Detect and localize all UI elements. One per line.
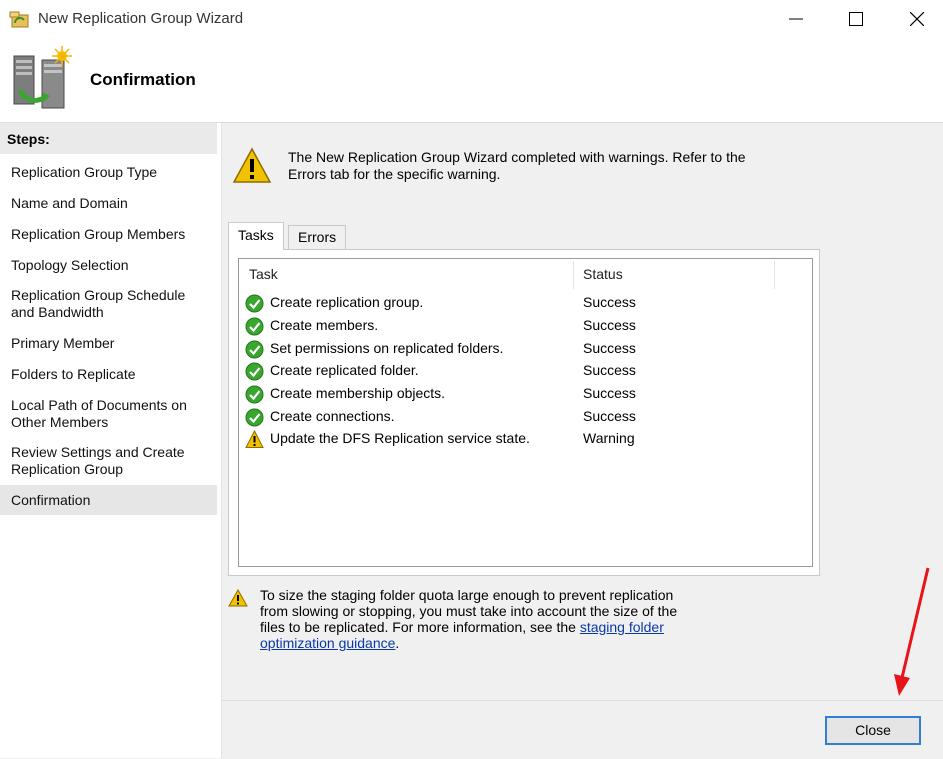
success-check-icon [245, 317, 264, 336]
warning-icon [232, 147, 272, 183]
task-status: Success [583, 294, 636, 310]
maximize-button[interactable] [833, 0, 879, 38]
annotation-arrow-icon [894, 567, 930, 696]
success-check-icon [245, 385, 264, 404]
close-icon [910, 12, 924, 26]
success-check-icon [245, 408, 264, 427]
minimize-icon [789, 18, 803, 20]
button-bar: Close [222, 700, 943, 759]
task-name: Update the DFS Replication service state… [270, 430, 530, 446]
task-status: Success [583, 385, 636, 401]
tasks-panel: Task Status Create replication group. Su… [228, 249, 820, 576]
success-check-icon [245, 294, 264, 313]
task-status: Success [583, 340, 636, 356]
task-name: Create replicated folder. [270, 362, 419, 378]
column-separator [573, 261, 574, 289]
minimize-button[interactable] [773, 0, 819, 38]
close-window-button[interactable] [894, 0, 940, 38]
page-title: Confirmation [90, 70, 196, 89]
window-title: New Replication Group Wizard [38, 10, 244, 27]
title-bar: New Replication Group Wizard [0, 0, 943, 38]
step-replication-group-members[interactable]: Replication Group Members [0, 226, 217, 243]
step-local-path[interactable]: Local Path of Documents on Other Members [0, 397, 200, 431]
server-replication-icon [13, 46, 72, 109]
close-button[interactable]: Close [825, 716, 921, 745]
staging-quota-note: To size the staging folder quota large e… [260, 587, 705, 651]
table-row[interactable]: Update the DFS Replication service state… [245, 428, 805, 451]
maximize-icon [849, 12, 863, 26]
completion-status-message: The New Replication Group Wizard complet… [288, 149, 746, 182]
step-schedule-and-bandwidth[interactable]: Replication Group Schedule and Bandwidth [0, 287, 200, 321]
column-header-task[interactable]: Task [249, 259, 278, 289]
note-suffix: . [395, 635, 400, 651]
task-status: Success [583, 317, 636, 333]
table-row[interactable]: Create replication group. Success [245, 292, 805, 315]
task-name: Create members. [270, 317, 379, 333]
wizard-header: Confirmation [0, 38, 943, 123]
main-panel: The New Replication Group Wizard complet… [222, 123, 943, 700]
step-folders-to-replicate[interactable]: Folders to Replicate [0, 366, 217, 383]
task-name: Create replication group. [270, 294, 424, 310]
tab-tasks[interactable]: Tasks [228, 222, 284, 250]
task-status: Success [583, 408, 636, 424]
task-status: Warning [583, 430, 635, 446]
step-topology-selection[interactable]: Topology Selection [0, 257, 217, 274]
table-row[interactable]: Create replicated folder. Success [245, 360, 805, 383]
step-primary-member[interactable]: Primary Member [0, 335, 217, 352]
replication-app-icon [9, 11, 29, 28]
task-status: Success [583, 362, 636, 378]
task-name: Set permissions on replicated folders. [270, 340, 504, 356]
task-name: Create membership objects. [270, 385, 446, 401]
table-row[interactable]: Create membership objects. Success [245, 383, 805, 406]
column-header-status[interactable]: Status [583, 259, 623, 289]
warning-icon [228, 589, 248, 607]
table-row[interactable]: Create connections. Success [245, 406, 805, 429]
step-replication-group-type[interactable]: Replication Group Type [0, 164, 217, 181]
steps-heading: Steps: [0, 123, 217, 154]
step-name-and-domain[interactable]: Name and Domain [0, 195, 217, 212]
success-check-icon [245, 362, 264, 381]
success-check-icon [245, 340, 264, 359]
table-row[interactable]: Set permissions on replicated folders. S… [245, 338, 805, 361]
task-list[interactable]: Task Status Create replication group. Su… [238, 258, 813, 567]
column-separator [774, 261, 775, 289]
steps-sidebar: Steps: Replication Group Type Name and D… [0, 123, 217, 758]
step-confirmation[interactable]: Confirmation [0, 485, 217, 515]
table-row[interactable]: Create members. Success [245, 315, 805, 338]
warning-icon [245, 430, 264, 448]
step-review-settings[interactable]: Review Settings and Create Replication G… [0, 444, 200, 478]
tab-errors[interactable]: Errors [288, 225, 347, 249]
task-name: Create connections. [270, 408, 395, 424]
